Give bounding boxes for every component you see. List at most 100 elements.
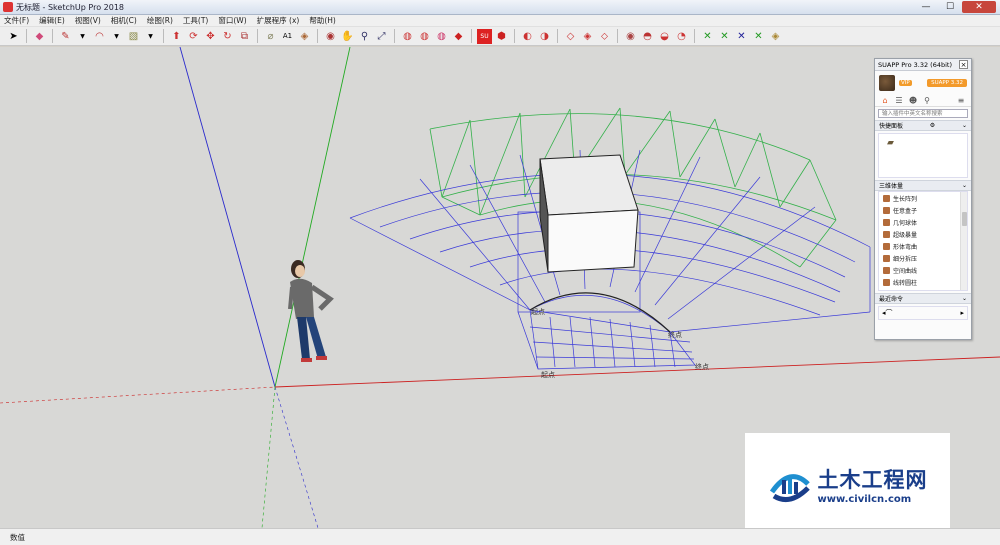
window-controls: — ☐ ✕: [914, 1, 996, 13]
menu-bar: 文件(F) 编辑(E) 视图(V) 相机(C) 绘图(R) 工具(T) 窗口(W…: [0, 15, 1000, 27]
brush-icon[interactable]: ▰: [887, 138, 909, 150]
menu-window[interactable]: 窗口(W): [218, 15, 246, 26]
zoom-extents-icon[interactable]: ⤢: [374, 29, 389, 44]
chevron-down-icon[interactable]: ⌄: [962, 122, 967, 129]
suapp-icon[interactable]: SU: [477, 28, 492, 44]
panel-header: SUAPP Pro 3.32 (64bit) ×: [875, 59, 971, 71]
avatar[interactable]: [879, 75, 895, 91]
menu-file[interactable]: 文件(F): [4, 15, 29, 26]
plugin-label: 空间曲线: [893, 267, 918, 275]
follow-me-icon[interactable]: ⟳: [186, 29, 201, 44]
select-icon[interactable]: ➤: [6, 29, 21, 44]
watermark-logo: 土木工程网 www.civilcn.com: [745, 433, 950, 535]
panel-close-button[interactable]: ×: [959, 60, 968, 69]
flip-icon[interactable]: ✕: [734, 29, 749, 44]
sandbox-icon[interactable]: ◔: [674, 29, 689, 44]
menu-camera[interactable]: 相机(C): [111, 15, 137, 26]
red-axis: [274, 356, 1000, 388]
toolbar-separator: [514, 29, 515, 43]
chevron-down-icon[interactable]: ⌄: [962, 182, 967, 189]
vip-button[interactable]: SUAPP 3.32: [927, 79, 967, 87]
menu-help[interactable]: 帮助(H): [309, 15, 336, 26]
red-axis-dashed: [0, 386, 276, 404]
recent-header[interactable]: 最近命令 ⌄: [875, 293, 971, 304]
plugin-label: 生长阵列: [893, 195, 918, 203]
category-header[interactable]: 三维体量 ⌄: [875, 180, 971, 191]
pencil-icon[interactable]: ✎: [58, 29, 73, 44]
user-icon[interactable]: ☻: [908, 96, 918, 106]
text-icon[interactable]: A1: [280, 29, 295, 44]
list-item[interactable]: 生长阵列: [879, 192, 967, 204]
move-icon[interactable]: ✥: [203, 29, 218, 44]
solid-union-icon[interactable]: ◐: [520, 29, 535, 44]
zoom-icon[interactable]: ⚲: [357, 29, 372, 44]
menu-edit[interactable]: 编辑(E): [39, 15, 65, 26]
chevron-down-icon[interactable]: ▼: [75, 29, 90, 44]
orbit-icon[interactable]: ◉: [323, 29, 338, 44]
list-item[interactable]: 形体弯曲: [879, 240, 967, 252]
menu-view[interactable]: 视图(V): [75, 15, 101, 26]
chevron-right-icon[interactable]: ▸: [960, 309, 964, 317]
label-start: 起点: [531, 308, 545, 316]
pan-icon[interactable]: ✋: [340, 29, 355, 44]
toolbar-separator: [26, 29, 27, 43]
menu-extensions[interactable]: 扩展程序 (x): [257, 15, 300, 26]
list-item[interactable]: 几何球体: [879, 216, 967, 228]
push-pull-icon[interactable]: ⬆: [169, 29, 184, 44]
chevron-down-icon[interactable]: ▼: [143, 29, 158, 44]
recent-command-icon[interactable]: ⌒: [886, 308, 893, 318]
home-icon[interactable]: ⌂: [880, 96, 890, 106]
styles-icon[interactable]: ◉: [623, 29, 638, 44]
stamp-icon[interactable]: ✕: [717, 29, 732, 44]
list-icon[interactable]: ☰: [894, 96, 904, 106]
extension-warehouse-icon[interactable]: ◍: [417, 29, 432, 44]
label-end-right: 终点: [695, 362, 709, 371]
menu-tools[interactable]: 工具(T): [183, 15, 208, 26]
plugin-search-input[interactable]: 输入插件中英文名称搜索: [878, 109, 968, 118]
ruby-icon[interactable]: ◆: [451, 29, 466, 44]
warehouse-icon[interactable]: ◍: [400, 29, 415, 44]
plugin-icon: [883, 206, 890, 214]
rotate-icon[interactable]: ↻: [220, 29, 235, 44]
plugin-icon: [883, 194, 890, 202]
drape-icon[interactable]: ✕: [700, 29, 715, 44]
component-icon[interactable]: ⬢: [494, 29, 509, 44]
list-item[interactable]: 细分拆压: [879, 252, 967, 264]
list-scrollbar[interactable]: [960, 192, 967, 290]
maximize-button[interactable]: ☐: [938, 1, 962, 13]
list-item[interactable]: 空间曲线: [879, 264, 967, 276]
logo-url: www.civilcn.com: [817, 493, 912, 505]
menu-icon[interactable]: ≡: [956, 96, 966, 106]
quick-panel-header[interactable]: 快捷面板 ⚙ ⌄: [875, 120, 971, 131]
shadow-icon[interactable]: ◓: [640, 29, 655, 44]
layout-icon[interactable]: ◍: [434, 29, 449, 44]
list-item[interactable]: 超级暴量: [879, 228, 967, 240]
list-item[interactable]: 线转圆柱: [879, 276, 967, 288]
solid-subtract-icon[interactable]: ◑: [537, 29, 552, 44]
paint-icon[interactable]: ◈: [768, 29, 783, 44]
close-button[interactable]: ✕: [962, 1, 996, 13]
section-display-icon[interactable]: ◈: [580, 29, 595, 44]
section-plane-icon[interactable]: ◇: [563, 29, 578, 44]
menu-draw[interactable]: 绘图(R): [147, 15, 173, 26]
tape-measure-icon[interactable]: ⌀: [263, 29, 278, 44]
paint-bucket-icon[interactable]: ◈: [297, 29, 312, 44]
minimize-button[interactable]: —: [914, 1, 938, 13]
list-item[interactable]: 任意盒子: [879, 204, 967, 216]
scale-icon[interactable]: ⧉: [237, 29, 252, 44]
arc-icon[interactable]: ◠: [92, 29, 107, 44]
fog-icon[interactable]: ◒: [657, 29, 672, 44]
eraser-icon[interactable]: ◆: [32, 29, 47, 44]
logo-text: 土木工程网 www.civilcn.com: [818, 464, 928, 505]
person-figure: [288, 260, 334, 362]
chevron-down-icon[interactable]: ⌄: [962, 295, 967, 302]
gear-icon[interactable]: ⚙: [930, 122, 935, 129]
rectangle-icon[interactable]: ▧: [126, 29, 141, 44]
section-cut-icon[interactable]: ⬦: [597, 29, 612, 44]
scrollbar-thumb[interactable]: [962, 212, 967, 226]
search-icon[interactable]: ⚲: [922, 96, 932, 106]
flip-icon[interactable]: ✕: [751, 29, 766, 44]
plugin-label: 超级暴量: [893, 231, 918, 239]
blue-axis: [179, 47, 276, 388]
chevron-down-icon[interactable]: ▼: [109, 29, 124, 44]
